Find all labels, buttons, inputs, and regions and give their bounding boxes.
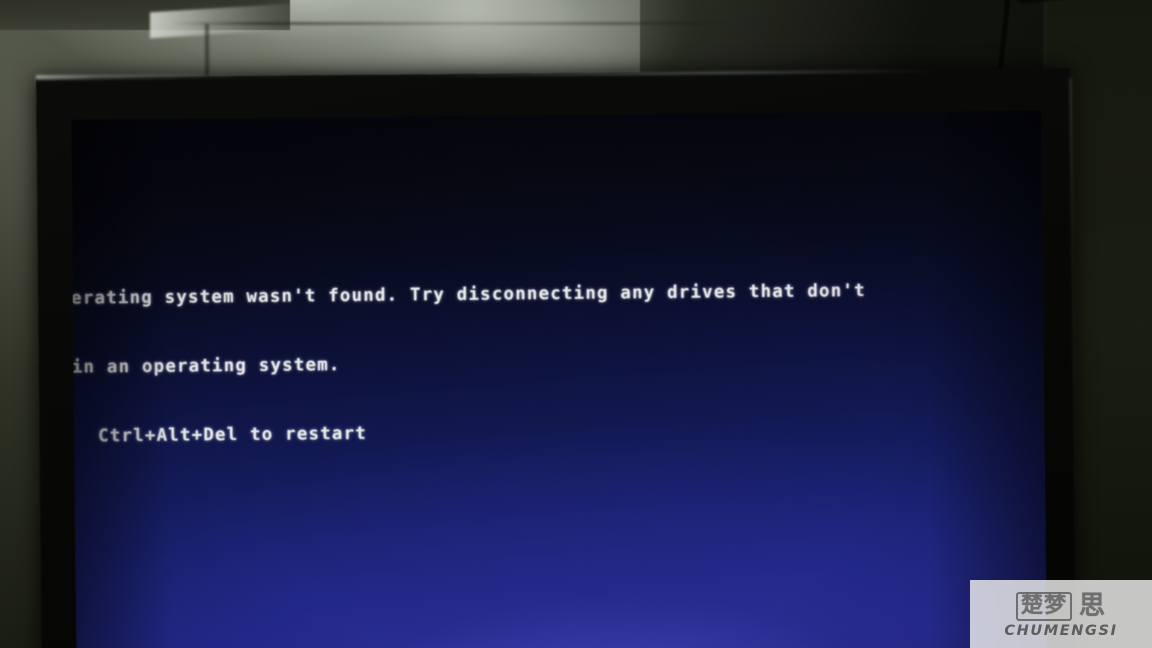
monitor-bezel: erating system wasn't found. Try disconn… — [35, 65, 1078, 648]
screen-vignette — [71, 110, 1047, 648]
photo-canvas: erating system wasn't found. Try disconn… — [0, 0, 1152, 648]
boot-error-line-2: in an operating system. — [71, 355, 341, 378]
boot-error-message: erating system wasn't found. Try disconn… — [71, 232, 1045, 494]
screen-scanline-noise — [71, 110, 1047, 648]
lcd-screen: erating system wasn't found. Try disconn… — [71, 110, 1047, 648]
boot-error-line-1: erating system wasn't found. Try disconn… — [71, 281, 866, 309]
boot-error-line-3: Ctrl+Alt+Del to restart — [86, 423, 367, 447]
watermark-badge: 楚梦 思 CHUMENGSI — [970, 580, 1152, 648]
watermark-cjk-secondary: 思 — [1079, 591, 1107, 622]
watermark-cjk-primary: 楚梦 — [1015, 591, 1072, 621]
watermark-latin-text: CHUMENGSI — [1004, 622, 1118, 639]
watermark-logo: 楚梦 思 — [1015, 591, 1107, 622]
